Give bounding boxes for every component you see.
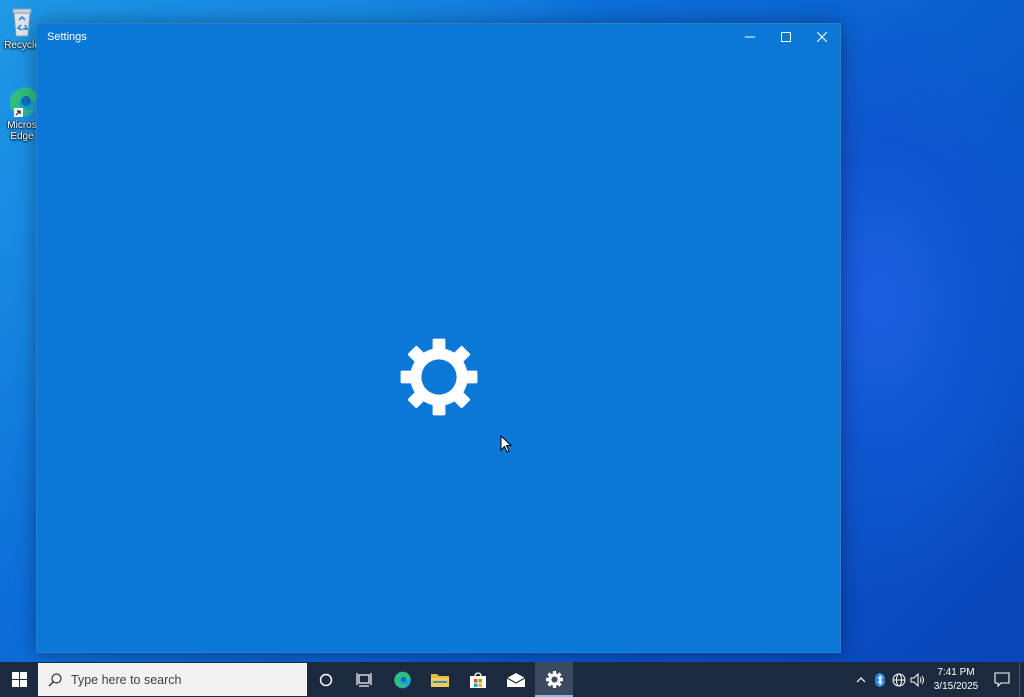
show-hidden-icons-button[interactable] — [851, 662, 870, 697]
maximize-button[interactable] — [768, 24, 804, 50]
taskbar-settings[interactable] — [535, 662, 573, 697]
clock-date: 3/15/2025 — [933, 680, 979, 692]
bluetooth-button[interactable] — [870, 662, 889, 697]
folder-icon — [431, 673, 449, 687]
recycle-bin-label: Recycle — [4, 40, 40, 51]
settings-splash — [37, 50, 840, 652]
globe-icon — [892, 673, 905, 686]
action-center-button[interactable] — [985, 662, 1019, 697]
search-input[interactable] — [71, 672, 291, 687]
edge-label-line1: Micros — [7, 120, 37, 131]
notification-icon — [994, 672, 1010, 687]
task-view-button[interactable] — [345, 662, 383, 697]
bluetooth-icon — [874, 672, 885, 687]
window-title: Settings — [47, 31, 87, 43]
system-tray: 7:41 PM 3/15/2025 — [851, 662, 1024, 697]
minimize-icon — [745, 36, 755, 38]
volume-button[interactable] — [908, 662, 927, 697]
chevron-up-icon — [856, 676, 865, 682]
clock[interactable]: 7:41 PM 3/15/2025 — [931, 666, 981, 694]
taskbar-mail[interactable] — [497, 662, 535, 697]
windows-logo-icon — [11, 672, 27, 687]
maximize-icon — [781, 32, 791, 42]
start-button[interactable] — [0, 662, 38, 697]
network-button[interactable] — [889, 662, 908, 697]
show-desktop-button[interactable] — [1019, 662, 1024, 697]
taskbar-file-explorer[interactable] — [421, 662, 459, 697]
edge-icon — [4, 84, 40, 120]
task-view-icon — [356, 672, 372, 687]
settings-window[interactable]: Settings — [36, 23, 841, 653]
search-icon — [48, 672, 62, 686]
cortana-button[interactable] — [307, 662, 345, 697]
taskbar-edge[interactable] — [383, 662, 421, 697]
circle-icon — [319, 673, 333, 686]
minimize-button[interactable] — [732, 24, 768, 50]
close-button[interactable] — [804, 24, 840, 50]
mouse-cursor-icon — [500, 435, 512, 453]
taskbar-search-box[interactable] — [38, 663, 307, 696]
recycle-bin-icon — [4, 4, 40, 40]
clock-time: 7:41 PM — [937, 666, 975, 678]
edge-label-line2: Edge — [10, 131, 34, 142]
store-bag-icon — [470, 671, 486, 688]
window-titlebar[interactable]: Settings — [37, 24, 840, 50]
taskbar-store[interactable] — [459, 662, 497, 697]
mail-icon — [506, 672, 526, 687]
gear-icon — [400, 338, 478, 416]
speaker-icon — [910, 672, 924, 687]
edge-icon — [394, 671, 411, 688]
close-icon — [817, 32, 827, 42]
gear-icon — [545, 671, 563, 688]
taskbar: 7:41 PM 3/15/2025 — [0, 662, 1024, 697]
